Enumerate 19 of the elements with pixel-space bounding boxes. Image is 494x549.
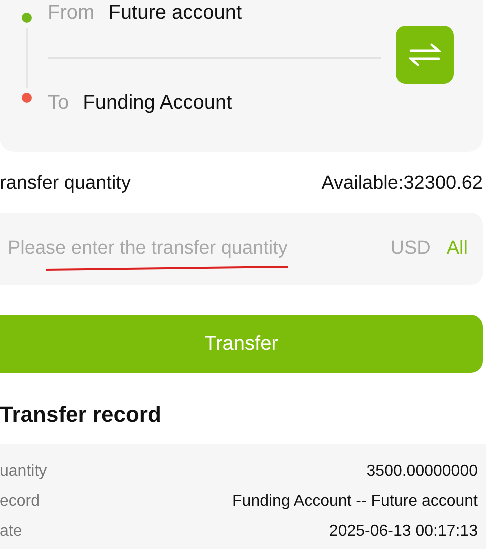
record-label: ecord bbox=[0, 492, 40, 512]
record-value: 3500.00000000 bbox=[366, 462, 478, 482]
all-link[interactable]: All bbox=[446, 234, 468, 264]
to-account[interactable]: Funding Account bbox=[83, 88, 232, 118]
to-label: To bbox=[48, 91, 70, 116]
record-label: ate bbox=[0, 522, 22, 542]
record-value: Funding Account -- Future account bbox=[232, 492, 478, 512]
swap-icon bbox=[409, 43, 441, 67]
record-value: 2025-06-13 00:17:13 bbox=[329, 522, 478, 542]
from-label: From bbox=[48, 1, 95, 26]
section-label: ransfer quantity bbox=[0, 172, 131, 196]
quantity-field[interactable]: Please enter the transfer quantity USD All bbox=[0, 213, 483, 285]
transfer-button[interactable]: Transfer bbox=[0, 315, 483, 373]
swap-button[interactable] bbox=[396, 26, 454, 84]
section-title: Transfer record bbox=[0, 401, 162, 429]
from-account[interactable]: Future account bbox=[108, 0, 242, 28]
available-balance: Available:32300.62 bbox=[322, 172, 483, 196]
currency-label: USD bbox=[390, 236, 431, 261]
record-label: uantity bbox=[0, 462, 48, 482]
